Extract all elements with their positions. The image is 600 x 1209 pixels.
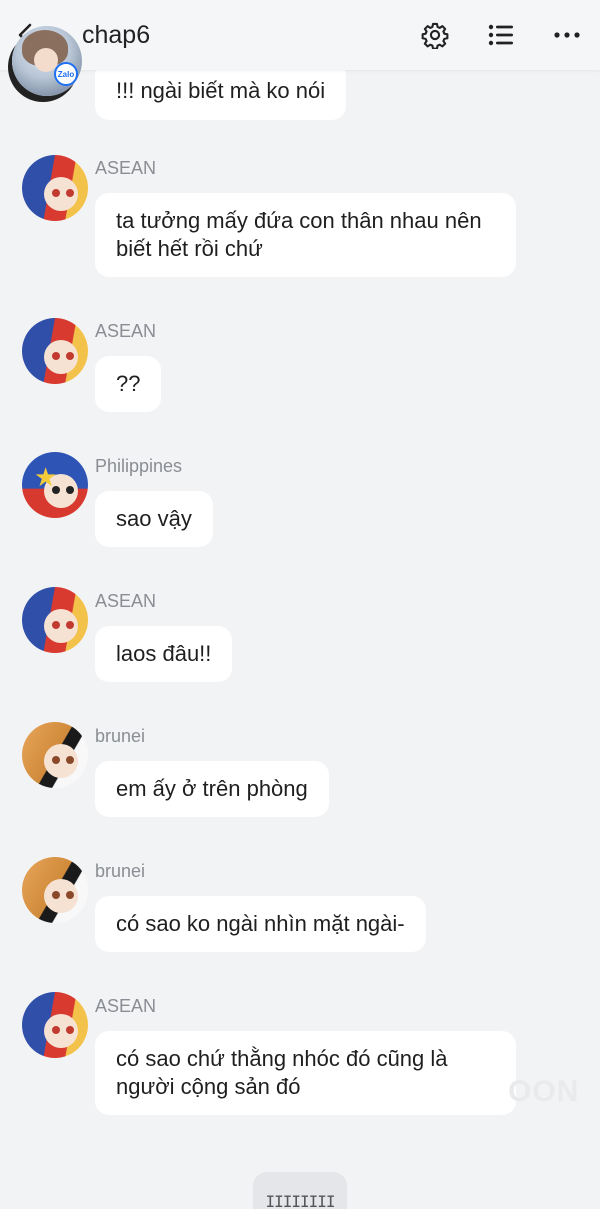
more-icon[interactable] [552,20,582,50]
avatar[interactable] [22,857,88,923]
sender-name: ASEAN [95,591,157,611]
handle-grip: IIIIIIII [265,1192,335,1209]
chat-header: chap6 [0,0,600,70]
zalo-badge: Zalo [54,62,78,86]
avatar[interactable]: ★ [22,452,88,518]
sender-name: brunei [95,726,146,746]
avatar[interactable] [22,587,88,653]
avatar[interactable] [22,992,88,1058]
avatar[interactable] [22,155,88,221]
sender-name: brunei [95,861,146,881]
group-avatar[interactable]: Zalo [12,26,82,96]
sender-name: ASEAN [95,321,157,341]
avatar[interactable] [22,318,88,384]
avatar[interactable] [22,722,88,788]
message-bubble[interactable]: sao vậy [95,491,213,547]
message-bubble[interactable]: !!! ngài biết mà ko nói [95,62,347,120]
gear-icon[interactable] [420,20,450,50]
message-bubble[interactable]: ta tưởng mấy đứa con thân nhau nên biết … [95,193,516,277]
message-bubble[interactable]: có sao ko ngài nhìn mặt ngài- [95,896,426,952]
message-bubble[interactable]: ?? [95,356,162,412]
sender-name: ASEAN [95,996,157,1016]
watermark: OON [508,1075,580,1108]
message-bubble[interactable]: em ấy ở trên phòng [95,761,329,817]
bottom-drawer-handle[interactable]: IIIIIIII [253,1172,347,1209]
message-bubble[interactable]: laos đâu!! [95,626,233,682]
message-bubble[interactable]: có sao chứ thằng nhóc đó cũng là người c… [95,1031,516,1115]
list-icon[interactable] [486,20,516,50]
sender-name: ASEAN [95,158,157,178]
chat-title: chap6 [82,21,151,49]
sender-name: Philippines [95,456,183,476]
